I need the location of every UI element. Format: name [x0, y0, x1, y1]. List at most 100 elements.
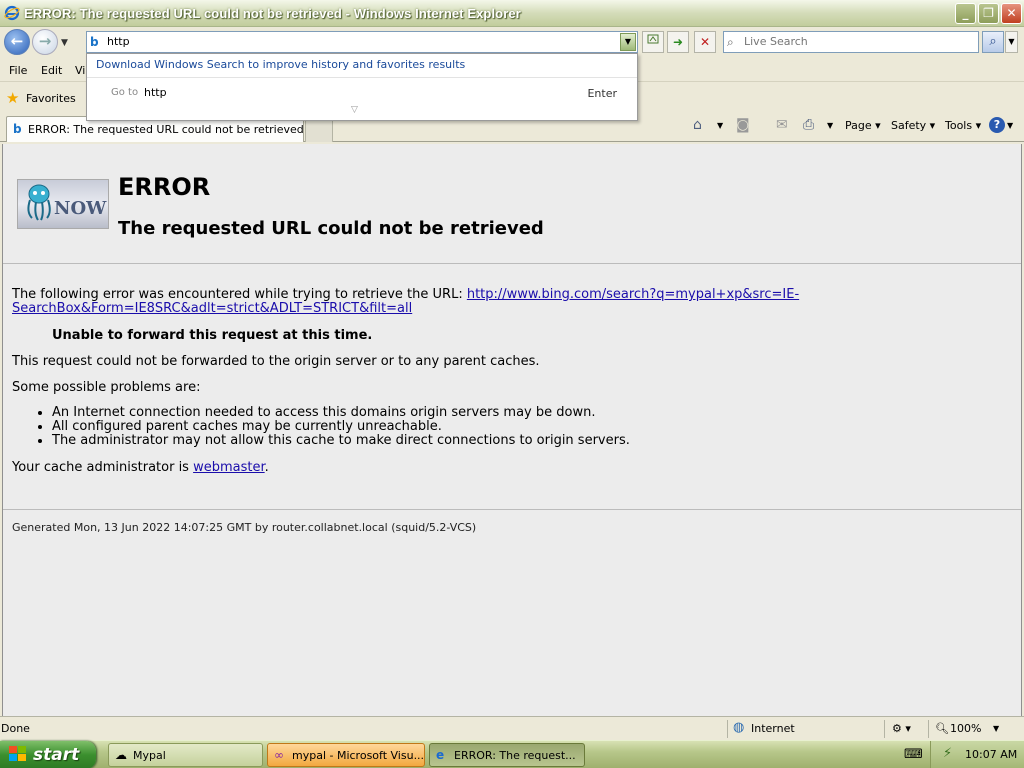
feeds-icon[interactable]: ◙	[736, 117, 750, 133]
error-intro-text: The following error was encountered whil…	[12, 287, 467, 302]
system-tray: ⚡ 10:07 AM	[930, 741, 1024, 768]
help-icon[interactable]: ?	[989, 117, 1005, 133]
download-windows-search-link[interactable]: Download Windows Search to improve histo…	[96, 58, 465, 71]
print-icon[interactable]: ⎙	[803, 117, 814, 133]
task-label: mypal - Microsoft Visu...	[292, 749, 425, 762]
zoom-dropdown-icon[interactable]: ▼	[993, 724, 999, 733]
status-text: Done	[1, 722, 30, 735]
address-dropdown-icon[interactable]: ▼	[620, 33, 636, 51]
error-url-line1: http://www.bing.com/search?q=mypal+xp&sr…	[466, 287, 800, 302]
read-mail-icon[interactable]: ✉	[776, 117, 788, 133]
window-title: ERROR: The requested URL could not be re…	[24, 6, 521, 21]
close-button[interactable]: ✕	[1001, 3, 1022, 24]
address-input[interactable]	[107, 35, 607, 48]
compatibility-view-button[interactable]	[642, 31, 664, 53]
admin-suffix: .	[264, 460, 269, 475]
menu-view[interactable]: Vi	[75, 64, 85, 77]
task-label: ERROR: The request...	[454, 749, 576, 762]
windows-flag-icon	[9, 746, 27, 766]
taskbar: start ☁ Mypal ∞ mypal - Microsoft Visu..…	[0, 740, 1024, 768]
admin-paragraph: Your cache administrator is webmaster.	[12, 460, 269, 475]
search-button[interactable]: ⌕	[982, 31, 1004, 53]
favorites-star-icon[interactable]: ★	[6, 89, 19, 107]
help-dropdown-icon[interactable]: ▼	[1007, 121, 1013, 130]
squid-now-logo: NOW	[17, 179, 109, 229]
page-subtitle: The requested URL could not be retrieved	[118, 218, 544, 239]
zoom-icon: 🔍︎	[935, 722, 949, 735]
restore-button[interactable]: ❐	[978, 3, 999, 24]
enter-hint: Enter	[587, 87, 617, 100]
goto-label: Go to	[111, 87, 139, 98]
dropdown-divider	[87, 77, 637, 78]
tools-menu-label: Tools	[945, 119, 973, 132]
print-dropdown-icon[interactable]: ▼	[827, 121, 833, 130]
error-intro-paragraph: The following error was encountered whil…	[12, 288, 1012, 316]
home-icon[interactable]: ⌂	[693, 117, 702, 133]
tab-label: ERROR: The requested URL could not be re…	[28, 123, 304, 136]
unable-message: Unable to forward this request at this t…	[52, 328, 373, 343]
generated-footer: Generated Mon, 13 Jun 2022 14:07:25 GMT …	[12, 521, 477, 534]
taskbar-item-mypal[interactable]: ☁ Mypal	[108, 743, 263, 767]
ie-task-icon: e	[436, 748, 445, 762]
status-bar: Done ◍ Internet ⚙ ▾ 🔍︎ 100% ▼	[0, 716, 1024, 740]
start-label: start	[33, 745, 80, 765]
list-item: All configured parent caches may be curr…	[52, 420, 630, 434]
stop-button[interactable]: ✕	[694, 31, 716, 53]
not-forwarded-message: This request could not be forwarded to t…	[12, 354, 540, 369]
visual-studio-icon: ∞	[274, 748, 284, 762]
address-autocomplete-dropdown: Download Windows Search to improve histo…	[86, 53, 638, 121]
tools-menu[interactable]: Tools ▾	[945, 119, 981, 132]
forward-button[interactable]: →	[32, 29, 58, 55]
list-item: An Internet connection needed to access …	[52, 406, 630, 420]
search-box[interactable]: ⌕	[723, 31, 979, 53]
keyboard-icon[interactable]: ⌨	[904, 747, 923, 762]
search-input[interactable]	[744, 35, 964, 48]
taskbar-item-visual-studio[interactable]: ∞ mypal - Microsoft Visu...	[267, 743, 425, 767]
zone-text: Internet	[751, 722, 795, 735]
status-divider	[727, 720, 728, 738]
address-bar[interactable]: b ▼	[86, 31, 638, 53]
back-button[interactable]: ←	[4, 29, 30, 55]
status-divider	[884, 720, 885, 738]
safety-menu-label: Safety	[891, 119, 927, 132]
globe-icon: ◍	[733, 720, 745, 735]
zoom-level[interactable]: 100%	[950, 722, 981, 735]
squid-icon	[22, 182, 56, 228]
home-dropdown-icon[interactable]: ▼	[717, 121, 723, 130]
error-url-line2: SearchBox&Form=IE8SRC&adlt=strict&ADLT=S…	[12, 301, 413, 316]
new-tab-button[interactable]	[305, 118, 333, 142]
logo-text: NOW	[54, 198, 107, 219]
go-button[interactable]: ➜	[667, 31, 689, 53]
problems-list: An Internet connection needed to access …	[52, 406, 630, 448]
taskbar-item-ie-error[interactable]: e ERROR: The request...	[429, 743, 585, 767]
search-icon: ⌕	[727, 35, 734, 49]
possible-problems-label: Some possible problems are:	[12, 380, 201, 395]
menu-edit[interactable]: Edit	[41, 64, 62, 77]
protected-mode-icon[interactable]: ⚙ ▾	[892, 722, 911, 735]
menu-file[interactable]: File	[9, 64, 27, 77]
task-label: Mypal	[133, 749, 166, 762]
search-options-icon[interactable]: ▼	[1005, 31, 1018, 53]
webmaster-link[interactable]: webmaster	[193, 460, 265, 475]
page-content: NOW ERROR The requested URL could not be…	[2, 144, 1022, 716]
safety-menu[interactable]: Safety ▾	[891, 119, 935, 132]
history-dropdown-icon[interactable]: ▼	[61, 38, 68, 48]
bing-tab-icon: b	[13, 122, 22, 136]
status-divider	[928, 720, 929, 738]
minimize-button[interactable]: _	[955, 3, 976, 24]
expand-chevron-icon[interactable]: ▽	[351, 105, 358, 115]
start-button[interactable]: start	[0, 741, 96, 768]
page-menu[interactable]: Page ▾	[845, 119, 881, 132]
list-item: The administrator may not allow this cac…	[52, 434, 630, 448]
divider-bottom	[3, 509, 1021, 510]
mypal-icon: ☁	[115, 748, 127, 762]
divider-top	[3, 263, 1021, 264]
page-menu-label: Page	[845, 119, 872, 132]
goto-suggestion[interactable]: http	[144, 86, 167, 99]
network-icon[interactable]: ⚡	[943, 746, 952, 761]
clock[interactable]: 10:07 AM	[965, 748, 1017, 761]
favorites-button[interactable]: Favorites	[26, 92, 76, 105]
title-bar: ERROR: The requested URL could not be re…	[0, 0, 1024, 27]
admin-prefix: Your cache administrator is	[12, 460, 194, 475]
bing-icon: b	[90, 35, 99, 49]
